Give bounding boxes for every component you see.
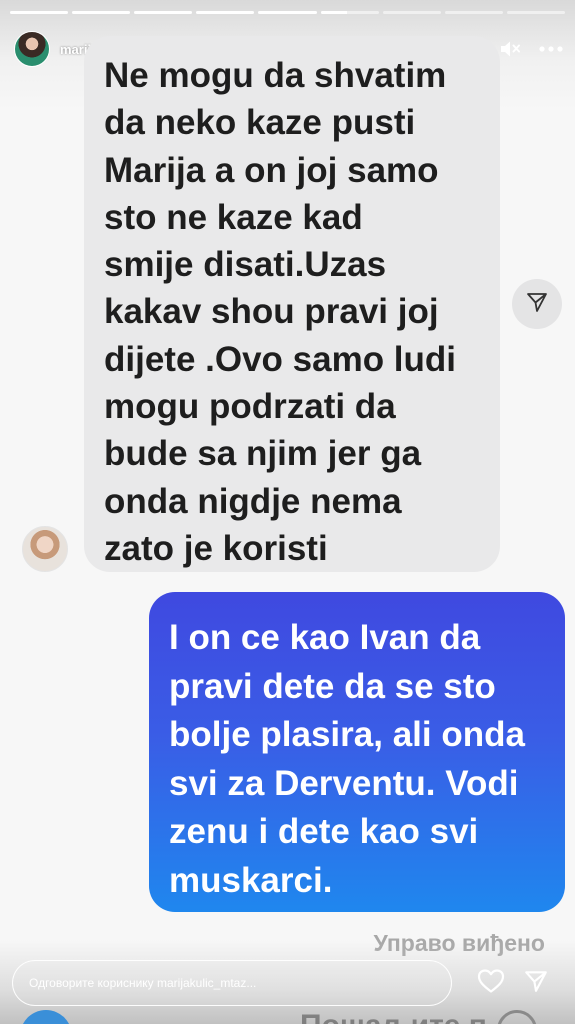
progress-fill	[196, 11, 255, 14]
mute-icon[interactable]	[499, 39, 521, 59]
underlay-text: Пошаљите п	[300, 1009, 487, 1024]
send-icon[interactable]	[523, 968, 549, 999]
sender-avatar	[22, 526, 68, 572]
reply-input[interactable]	[12, 960, 452, 1006]
progress-fill	[72, 11, 131, 14]
more-icon[interactable]	[539, 46, 563, 52]
send-icon	[525, 290, 549, 319]
progress-fill	[134, 11, 193, 14]
progress-segment	[72, 11, 131, 14]
progress-segment	[320, 11, 379, 14]
progress-segment	[134, 11, 193, 14]
progress-fill	[320, 11, 347, 14]
sent-message-text: I on ce kao Ivan da pravi dete da se sto…	[169, 618, 525, 900]
reply-bar	[12, 958, 565, 1008]
received-message-bubble: Ne mogu da shvatim da neko kaze pusti Ma…	[84, 36, 500, 572]
progress-fill	[258, 11, 317, 14]
underlay-circle	[497, 1010, 537, 1024]
avatar[interactable]	[14, 31, 50, 67]
progress-segment	[10, 11, 69, 14]
story-progress-bar	[10, 11, 565, 14]
underlay-strip: Пошаљите п	[0, 1006, 575, 1024]
progress-segment	[444, 11, 503, 14]
heart-icon[interactable]	[477, 968, 505, 999]
received-message-text: Ne mogu da shvatim da neko kaze pusti Ma…	[104, 56, 457, 568]
progress-fill	[10, 11, 69, 14]
sent-message-bubble: I on ce kao Ivan da pravi dete da se sto…	[149, 592, 565, 912]
underlay-avatar	[20, 1010, 72, 1024]
reply-actions	[477, 968, 565, 999]
progress-segment	[506, 11, 565, 14]
progress-segment	[258, 11, 317, 14]
progress-segment	[196, 11, 255, 14]
progress-segment	[382, 11, 441, 14]
share-button[interactable]	[512, 279, 562, 329]
story-viewer: marijakulic_mtaz 9 ч Ne mogu da shvatim …	[0, 0, 575, 1024]
